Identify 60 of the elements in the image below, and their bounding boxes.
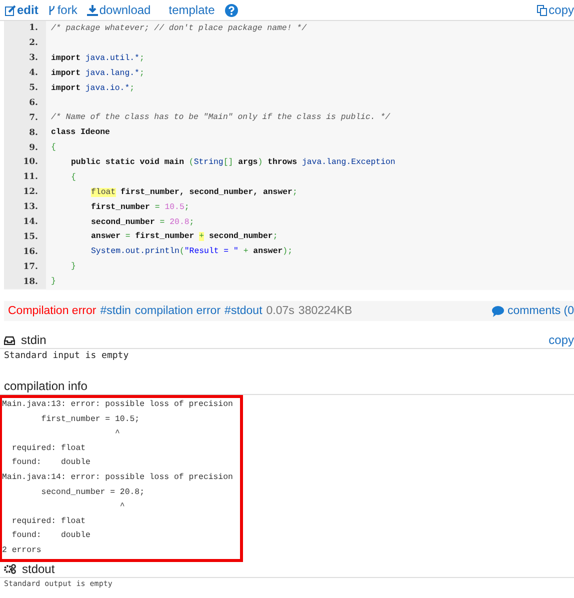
code-line: class Ideone [50,128,110,138]
line-number: 17. [4,259,46,274]
code-line: import java.util.*; [50,54,144,63]
code-line: import java.lang.*; [50,68,144,78]
section-title: stdin [21,333,46,348]
line-number: 2. [4,36,46,51]
status-link[interactable]: #stdout [224,305,262,318]
code-line: /* package whatever; // don't place package name! */ [50,24,306,33]
section-title: stdout [22,562,55,576]
template-link[interactable]: template [168,3,215,17]
code-line: public static void main (String[] args) throws java.lang.Exception [70,158,396,167]
memory-usage: 380224KB [298,305,352,318]
line-number: 16. [4,244,46,260]
section-title: compilation info [4,379,88,394]
line-number: 18. [4,274,46,290]
code-line: /* Name of the class has to be "Main" only if the class is public. */ [50,113,390,122]
line-number: 13. [4,200,46,215]
line-number: 6. [4,95,46,110]
stdin-text: Standard input is empty [3,350,130,364]
code-line: } [50,277,56,286]
code-line: first_number = 10.5; [90,202,190,212]
help-icon[interactable] [224,4,238,16]
download-link[interactable]: download [87,3,151,17]
code-line: second_number = 20.8; [90,218,194,227]
gears-icon [4,564,16,574]
line-number: 1. [4,21,46,36]
code-line: float first_number, second_number, answer; [90,188,298,197]
line-number: 7. [4,110,46,126]
edit-link[interactable]: edit [5,3,38,17]
pencil-icon [5,4,16,16]
copy-link[interactable]: copy [548,333,574,348]
code-line: answer = first_number + second_number; [90,232,278,242]
line-number: 9. [4,140,46,156]
compilation-output: Main.java:13: error: possible loss of precision first_number = 10.5; ^ required: float found: double Main.java:14: error: possible loss of precision second_number = 20.8; ^ required: float found: double 2 errors [0,395,243,562]
run-time: 0.07s [266,305,294,318]
code-line: import java.io.*; [50,84,135,92]
line-number: 4. [4,66,46,81]
copy-icon [536,4,548,16]
line-number: 10. [4,155,46,170]
result-status: Compilation error [8,305,96,318]
line-number: 14. [4,214,46,230]
line-number: 12. [4,184,46,200]
code-line: { [50,143,56,152]
line-number: 5. [4,80,46,96]
code-line: System.out.println("Result = " + answer); [90,247,292,256]
branch-icon [48,4,56,16]
line-number: 3. [4,50,46,66]
speech-bubble-icon [492,306,504,317]
download-icon [87,4,98,16]
status-link[interactable]: compilation error [134,305,221,318]
line-number: 11. [4,170,46,185]
copy-link[interactable]: copy [536,3,574,17]
code-line: } [70,262,76,272]
line-number: 8. [4,125,46,140]
inbox-icon [4,336,15,345]
code-line: { [70,172,76,182]
line-number: 15. [4,229,46,244]
status-link[interactable]: #stdin [100,305,131,318]
comments-link[interactable]: comments (0 [492,305,574,318]
fork-link[interactable]: fork [48,3,78,17]
